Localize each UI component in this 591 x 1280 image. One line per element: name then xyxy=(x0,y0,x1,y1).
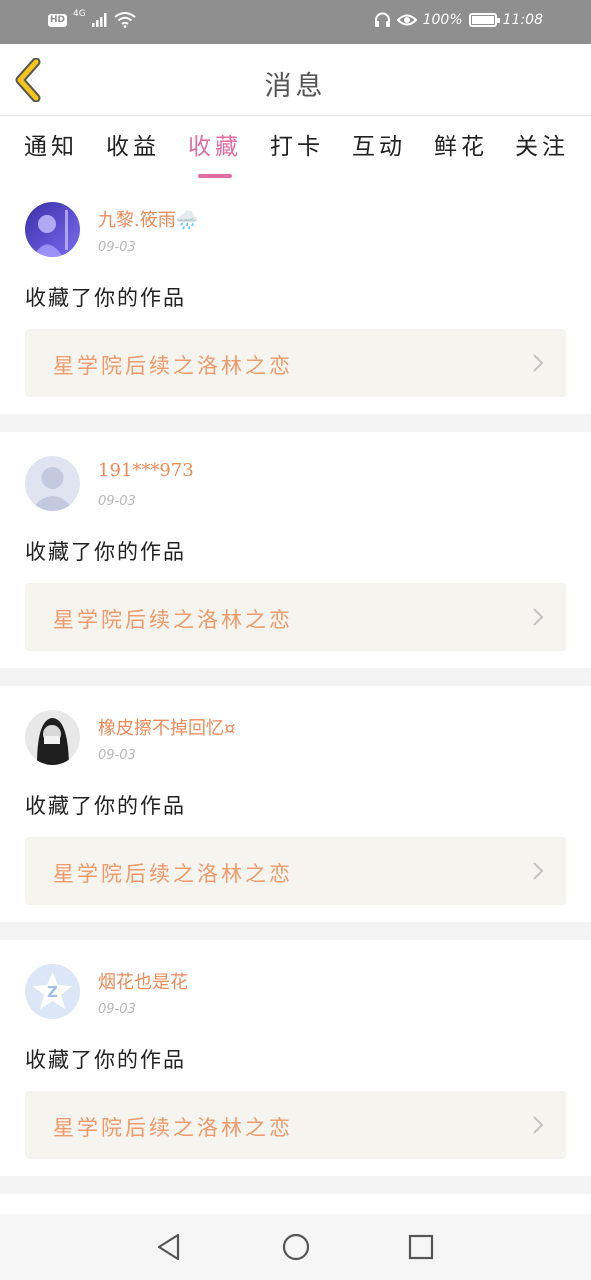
svg-text:Z: Z xyxy=(47,983,58,1001)
system-nav-bar xyxy=(0,1214,591,1280)
work-link[interactable]: 星学院后续之洛林之恋 xyxy=(25,1091,566,1159)
tab-label: 鲜花 xyxy=(434,134,488,160)
tab-label: 关注 xyxy=(515,134,569,160)
tab-notifications[interactable]: 通知 xyxy=(24,127,78,161)
avatar[interactable]: Z xyxy=(25,964,80,1019)
clock: 11:08 xyxy=(502,12,543,28)
nav-back-button[interactable] xyxy=(154,1232,184,1262)
avatar[interactable] xyxy=(25,710,80,765)
battery-icon xyxy=(468,13,500,27)
tab-earnings[interactable]: 收益 xyxy=(106,127,160,161)
work-title: 星学院后续之洛林之恋 xyxy=(53,354,293,378)
divider xyxy=(0,922,591,940)
back-triangle-icon xyxy=(157,1233,180,1261)
nav-home-button[interactable] xyxy=(281,1232,311,1262)
headphones-icon xyxy=(374,12,390,27)
message-list: 九黎.筱雨🌧️ 09-03 收藏了你的作品 星学院后续之洛林之恋 191***9… xyxy=(0,178,591,1194)
action-text: 收藏了你的作品 xyxy=(25,1048,186,1072)
message-date: 09-03 xyxy=(98,494,136,509)
action-text: 收藏了你的作品 xyxy=(25,286,186,310)
work-link[interactable]: 星学院后续之洛林之恋 xyxy=(25,837,566,905)
tab-label: 互动 xyxy=(352,134,406,160)
tab-label: 收藏 xyxy=(188,134,242,160)
signal-icon xyxy=(91,13,107,27)
tab-checkin[interactable]: 打卡 xyxy=(270,127,324,161)
username[interactable]: 191***973 xyxy=(98,460,194,481)
tab-label: 通知 xyxy=(24,134,78,160)
status-right: 100% 11:08 xyxy=(374,12,543,28)
page-title: 消息 xyxy=(264,71,327,102)
message-card: 191***973 09-03 收藏了你的作品 星学院后续之洛林之恋 xyxy=(0,432,591,668)
message-card: 九黎.筱雨🌧️ 09-03 收藏了你的作品 星学院后续之洛林之恋 xyxy=(0,178,591,414)
avatar[interactable] xyxy=(25,456,80,511)
status-bar: HD 4G 100% 11:08 xyxy=(0,0,591,44)
hd-badge: HD xyxy=(48,13,68,27)
home-circle-icon xyxy=(282,1233,310,1261)
header: 消息 xyxy=(0,44,591,116)
tab-interactions[interactable]: 互动 xyxy=(352,127,406,161)
message-date: 09-03 xyxy=(98,240,136,255)
tab-label: 打卡 xyxy=(270,134,324,160)
username[interactable]: 九黎.筱雨🌧️ xyxy=(98,206,198,232)
divider xyxy=(0,414,591,432)
avatar[interactable] xyxy=(25,202,80,257)
username[interactable]: 橡皮擦不掉回忆¤ xyxy=(98,714,235,740)
work-link[interactable]: 星学院后续之洛林之恋 xyxy=(25,583,566,651)
chevron-right-icon xyxy=(533,354,544,372)
message-card: Z 烟花也是花 09-03 收藏了你的作品 星学院后续之洛林之恋 xyxy=(0,940,591,1176)
chevron-right-icon xyxy=(533,862,544,880)
tab-flowers[interactable]: 鲜花 xyxy=(434,127,488,161)
chevron-right-icon xyxy=(533,1116,544,1134)
battery-percent: 100% xyxy=(422,12,463,28)
tab-follows[interactable]: 关注 xyxy=(515,127,569,161)
username[interactable]: 烟花也是花 xyxy=(98,968,188,994)
tab-favorites[interactable]: 收藏 xyxy=(188,127,242,178)
nav-recents-button[interactable] xyxy=(406,1232,436,1262)
network-type: 4G xyxy=(73,9,86,19)
tab-bar: 通知 收益 收藏 打卡 互动 鲜花 关注 xyxy=(0,117,591,178)
eye-icon xyxy=(396,14,417,26)
status-left: HD 4G xyxy=(48,9,136,28)
work-title: 星学院后续之洛林之恋 xyxy=(53,862,293,886)
work-title: 星学院后续之洛林之恋 xyxy=(53,1116,293,1140)
divider xyxy=(0,668,591,686)
recents-square-icon xyxy=(408,1234,434,1260)
wifi-icon xyxy=(114,12,136,28)
divider xyxy=(0,1176,591,1194)
action-text: 收藏了你的作品 xyxy=(25,794,186,818)
tab-label: 收益 xyxy=(106,134,160,160)
work-title: 星学院后续之洛林之恋 xyxy=(53,608,293,632)
chevron-right-icon xyxy=(533,608,544,626)
work-link[interactable]: 星学院后续之洛林之恋 xyxy=(25,329,566,397)
message-card: 橡皮擦不掉回忆¤ 09-03 收藏了你的作品 星学院后续之洛林之恋 xyxy=(0,686,591,922)
message-date: 09-03 xyxy=(98,748,136,763)
message-date: 09-03 xyxy=(98,1002,136,1017)
action-text: 收藏了你的作品 xyxy=(25,540,186,564)
